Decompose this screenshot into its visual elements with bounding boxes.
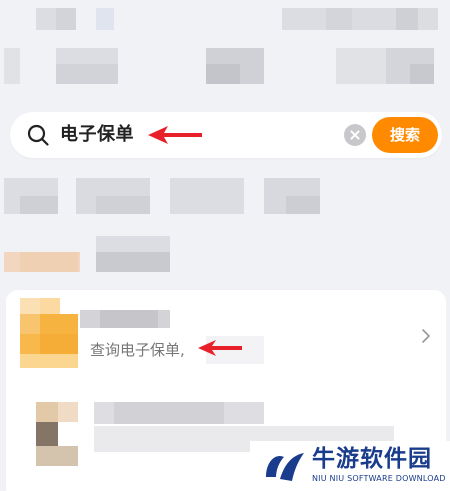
blurred-block	[20, 196, 58, 214]
watermark-title: 牛游软件园	[312, 446, 432, 472]
annotation-arrow-icon	[148, 126, 202, 144]
blurred-block	[20, 252, 78, 272]
blurred-block	[96, 196, 150, 214]
blurred-block	[36, 422, 58, 446]
watermark: 牛游软件园 NIU NIU SOFTWARE DOWNLOAD	[250, 441, 450, 491]
blurred-block	[96, 8, 114, 30]
search-input[interactable]: 电子保单	[60, 123, 134, 147]
blurred-block	[36, 446, 78, 466]
blurred-block	[4, 48, 20, 84]
blurred-block	[96, 252, 170, 272]
search-button[interactable]: 搜索	[372, 117, 438, 153]
clear-icon[interactable]	[344, 124, 366, 146]
blurred-block	[286, 196, 320, 214]
blurred-block	[58, 402, 78, 422]
blurred-block	[114, 402, 224, 424]
watermark-subtitle: NIU NIU SOFTWARE DOWNLOAD	[312, 474, 446, 483]
blurred-block	[418, 8, 438, 30]
blurred-block	[352, 8, 396, 30]
search-icon	[27, 124, 49, 146]
blurred-block	[396, 8, 418, 30]
blurred-block	[282, 8, 326, 30]
annotation-arrow-icon	[198, 340, 242, 356]
blurred-block	[170, 178, 244, 214]
blurred-block	[56, 64, 118, 84]
blurred-block	[206, 64, 240, 84]
blurred-block	[336, 48, 386, 84]
blurred-block	[410, 64, 434, 84]
search-bar[interactable]: 电子保单 搜索	[10, 112, 442, 158]
blurred-block	[326, 8, 352, 30]
blurred-block	[100, 310, 158, 328]
result-subtitle: 查询电子保单,	[90, 341, 185, 359]
blurred-block	[36, 402, 58, 422]
chevron-right-icon[interactable]	[420, 328, 432, 344]
niuniu-logo-icon	[266, 453, 304, 481]
result-app-icon	[20, 298, 78, 370]
blurred-block	[56, 8, 76, 30]
